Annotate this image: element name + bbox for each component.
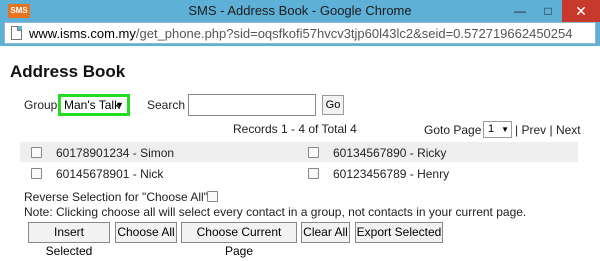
clear-all-button[interactable]: Clear All (301, 222, 350, 243)
dropdown-arrow-icon: ▼ (501, 125, 509, 134)
group-label: Group (24, 98, 58, 112)
export-selected-button[interactable]: Export Selected (355, 222, 443, 243)
search-label: Search (147, 98, 186, 112)
contact-item: 60145678901 - Nick (56, 167, 164, 181)
window-titlebar: SMS SMS - Address Book - Google Chrome —… (0, 0, 600, 22)
goto-page-label: Goto Page (424, 123, 482, 137)
reverse-selection-checkbox[interactable] (207, 191, 218, 202)
dropdown-arrow-icon: ▼ (115, 100, 124, 110)
address-bar: www.isms.com.my/get_phone.php?sid=oqsfko… (0, 22, 600, 46)
page-title: Address Book (10, 62, 126, 81)
next-link[interactable]: Next (556, 123, 581, 137)
minimize-icon[interactable]: — (506, 0, 534, 22)
url-host: www.isms.com.my (29, 26, 136, 41)
contact-item: 60123456789 - Henry (333, 167, 450, 181)
close-icon[interactable]: ✕ (562, 0, 600, 22)
page-content: Address Book Group Man's Talk ▼ Search G… (0, 46, 600, 258)
group-select-value: Man's Talk (64, 98, 121, 112)
go-button[interactable]: Go (322, 95, 344, 115)
contact-checkbox[interactable] (31, 147, 42, 158)
choose-current-page-button[interactable]: Choose Current Page (181, 222, 297, 258)
url-path: /get_phone.php?sid=oqsfkofi57hvcv3tjp60l… (135, 26, 573, 41)
contact-checkbox[interactable] (308, 168, 319, 179)
contact-item: 60178901234 - Simon (56, 146, 175, 160)
choose-all-button[interactable]: Choose All (115, 222, 177, 243)
pagination-links: | Prev | Next (515, 123, 581, 137)
maximize-icon[interactable]: □ (534, 0, 562, 22)
group-select[interactable]: Man's Talk ▼ (58, 94, 130, 116)
url-text[interactable]: www.isms.com.my/get_phone.php?sid=oqsfko… (29, 26, 572, 41)
insert-selected-button[interactable]: Insert Selected (28, 222, 110, 258)
contact-item: 60134567890 - Ricky (333, 146, 447, 160)
contact-checkbox[interactable] (308, 147, 319, 158)
records-count: Records 1 - 4 of Total 4 (233, 122, 357, 136)
search-input[interactable] (188, 94, 316, 116)
contact-checkbox[interactable] (31, 168, 42, 179)
page-select[interactable]: 1 ▼ (483, 121, 512, 138)
prev-link[interactable]: Prev (521, 123, 546, 137)
page-icon (11, 26, 22, 40)
choose-all-note: Note: Clicking choose all will select ev… (24, 205, 527, 219)
reverse-selection-label: Reverse Selection for "Choose All" (24, 190, 208, 204)
page-select-value: 1 (488, 123, 495, 135)
url-field[interactable]: www.isms.com.my/get_phone.php?sid=oqsfko… (4, 22, 596, 44)
